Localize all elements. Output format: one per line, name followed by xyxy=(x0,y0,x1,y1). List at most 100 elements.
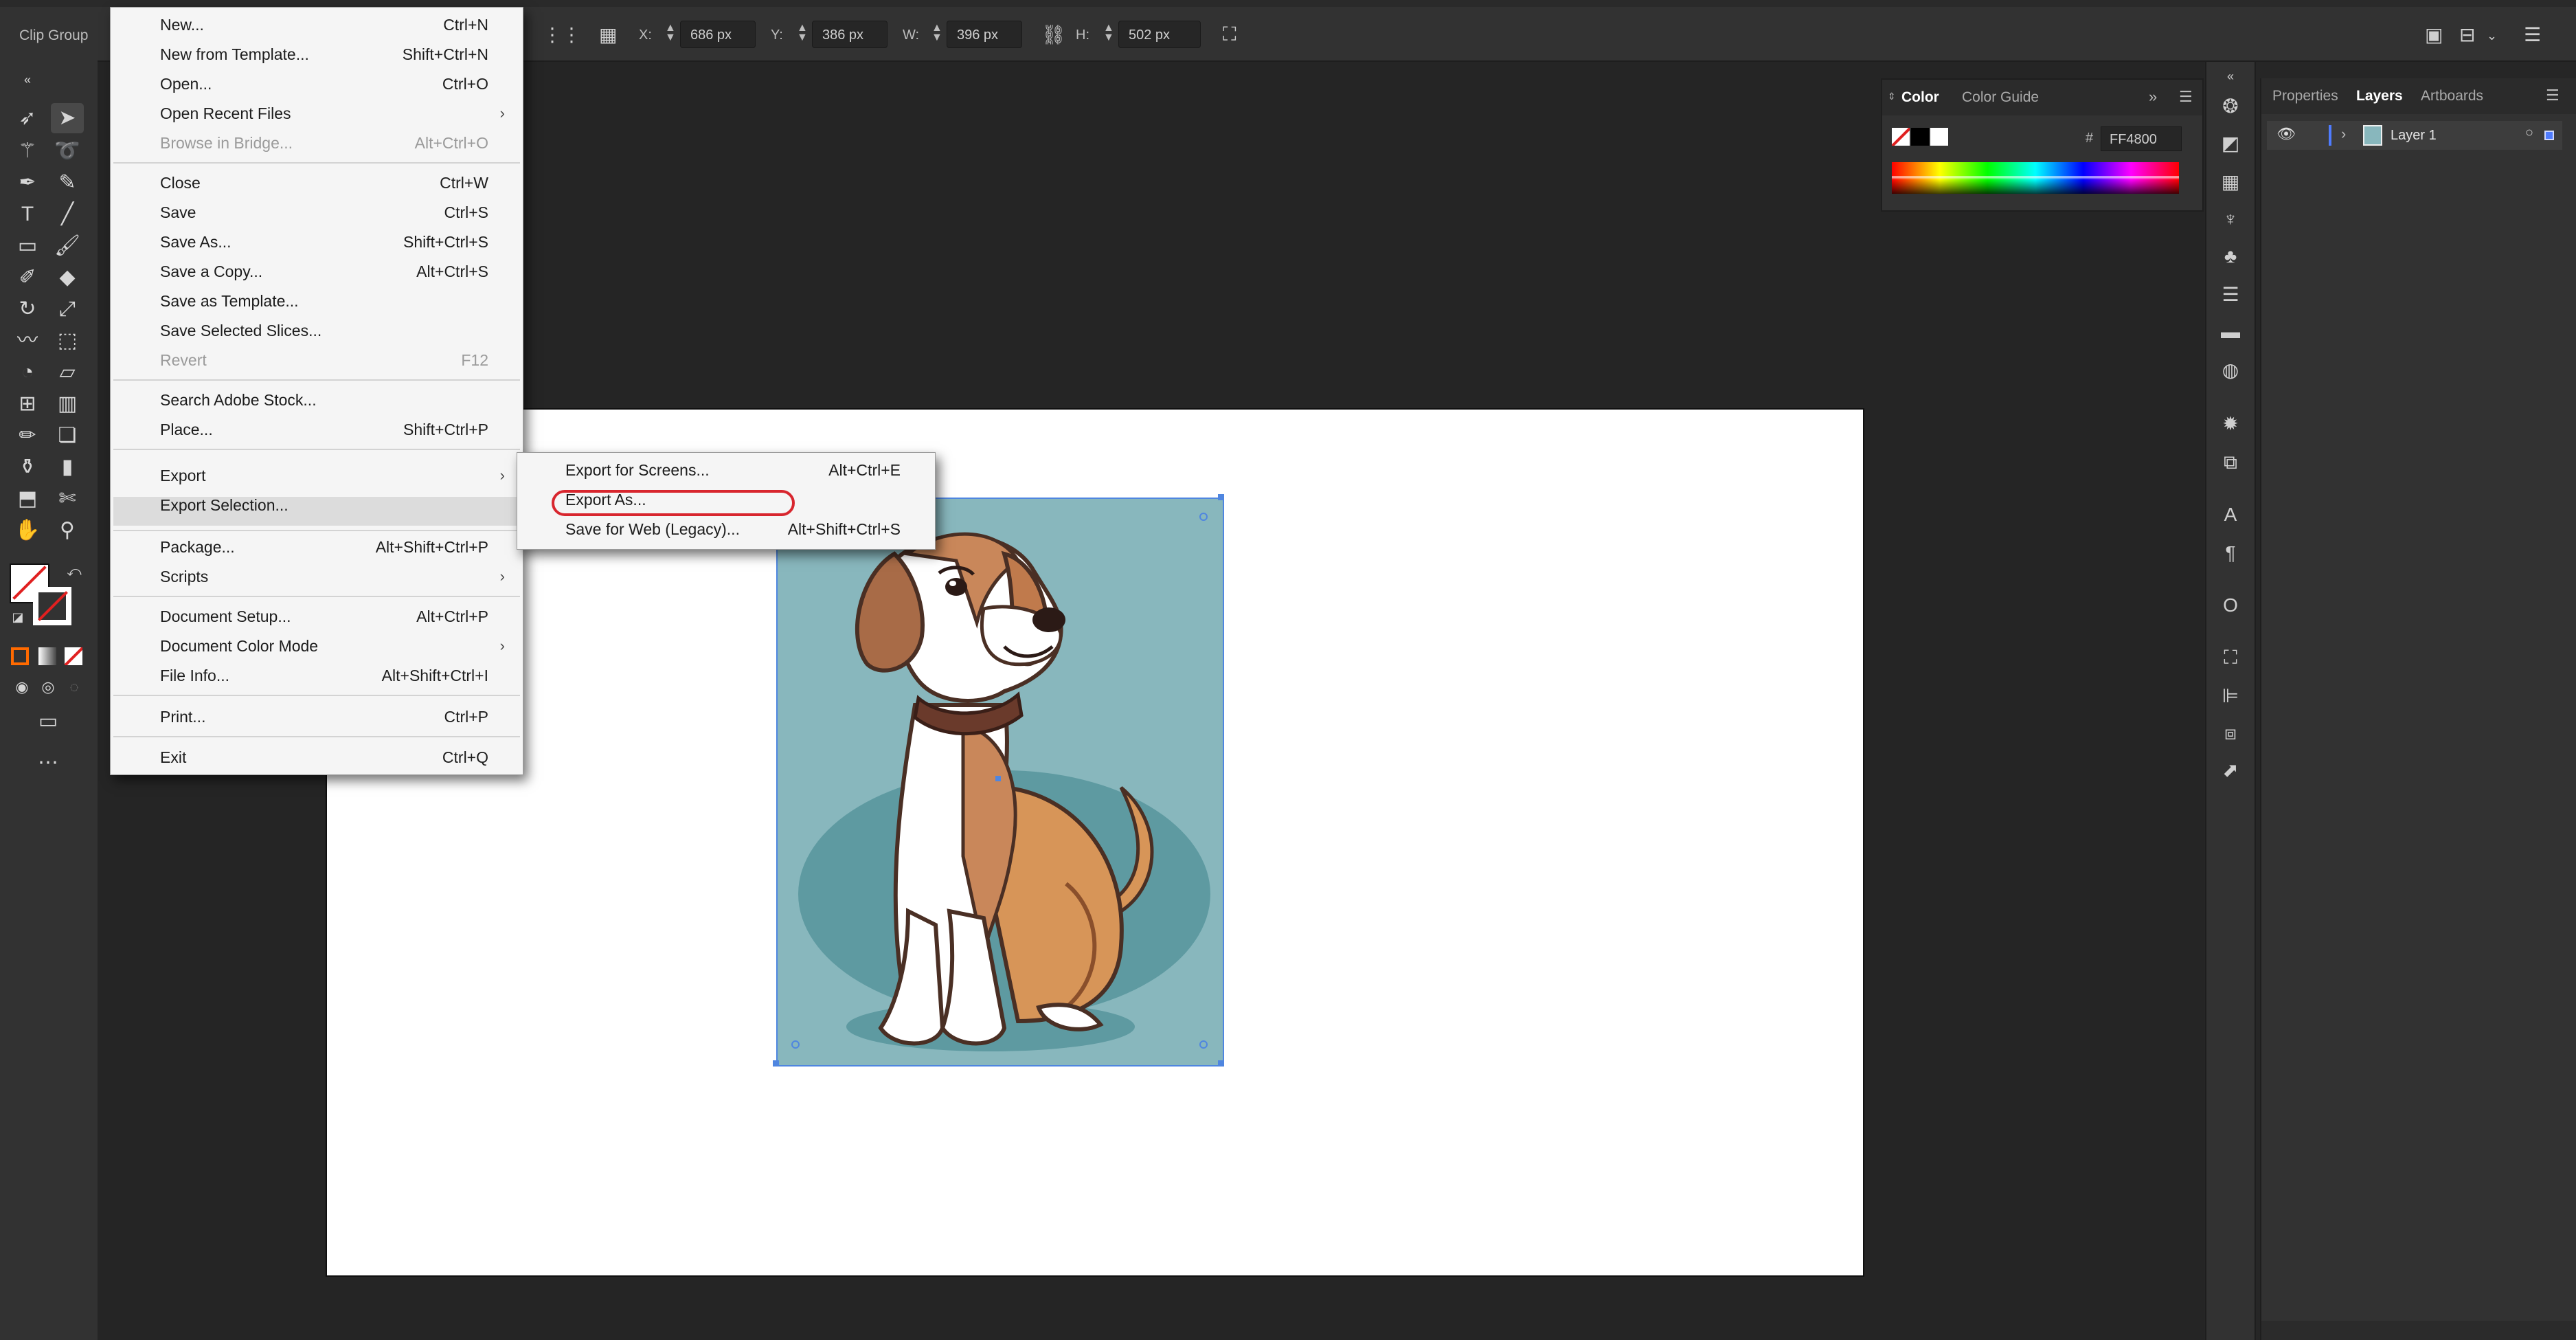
menu-item-place[interactable]: Place... xyxy=(160,421,213,439)
appearance-icon[interactable]: ❂ xyxy=(2216,92,2245,121)
lasso-icon[interactable]: ➰ xyxy=(51,136,84,166)
constrain-proportions-icon[interactable]: ⛓ xyxy=(1041,23,1066,46)
live-corner-widget-bl[interactable] xyxy=(791,1040,800,1049)
paragraph-icon[interactable]: ¶ xyxy=(2216,539,2245,568)
white-swatch[interactable] xyxy=(1930,128,1948,146)
color-guide-icon[interactable]: ◩ xyxy=(2216,129,2245,158)
y-input[interactable]: 386 px xyxy=(812,21,888,48)
panel-menu-icon[interactable]: ☰ xyxy=(2179,88,2193,106)
color-mode-button[interactable] xyxy=(11,647,29,665)
links-icon[interactable]: ⬈ xyxy=(2216,756,2245,785)
paintbrush-icon[interactable]: 🖌 xyxy=(51,231,84,261)
stroke-swatch[interactable] xyxy=(33,587,71,625)
black-swatch[interactable] xyxy=(1911,128,1929,146)
gradient-mode-button[interactable] xyxy=(38,647,56,665)
perspective-icon[interactable]: ⏥ xyxy=(51,357,84,388)
swap-fill-stroke-icon[interactable]: ⤺ xyxy=(58,557,91,587)
selection-handle-tr[interactable] xyxy=(1218,494,1224,500)
chevron-right-icon[interactable]: › xyxy=(2341,125,2346,143)
panel-menu-icon[interactable]: ☰ xyxy=(2546,87,2560,104)
menu-item-open[interactable]: Open... xyxy=(160,75,212,93)
selection-indicator[interactable] xyxy=(2544,131,2554,140)
reference-point-icon[interactable]: ▦ xyxy=(599,23,617,46)
screen-mode-icon[interactable]: ▭ xyxy=(32,706,65,737)
menu-item-save-a-copy[interactable]: Save a Copy... xyxy=(160,263,262,281)
character-icon[interactable]: A xyxy=(2216,500,2245,529)
gradient-panel-icon[interactable]: ▬ xyxy=(2216,317,2245,346)
symbol-sprayer-icon[interactable]: ⚱ xyxy=(11,452,44,482)
y-spinner-icon[interactable]: ▲ ▼ xyxy=(797,23,808,43)
tab-properties[interactable]: Properties xyxy=(2272,88,2338,104)
default-fill-stroke-icon[interactable]: ◪ xyxy=(1,602,34,632)
w-spinner-icon[interactable]: ▲ ▼ xyxy=(931,23,942,43)
rectangle-icon[interactable]: ▭ xyxy=(11,231,44,261)
scale-icon[interactable]: ⤢ xyxy=(51,294,84,324)
symbols-icon[interactable]: ♣ xyxy=(2216,242,2245,271)
workspace-switcher-icon[interactable]: ⊟ xyxy=(2459,23,2475,46)
pathfinder-icon[interactable]: ⧈ xyxy=(2216,719,2245,748)
graphic-styles-icon[interactable]: ✹ xyxy=(2216,410,2245,438)
menu-item-print[interactable]: Print... xyxy=(160,708,205,726)
menu-item-export-as[interactable]: Export As... xyxy=(565,491,646,509)
transform-icon[interactable]: ⛶ xyxy=(1223,23,1236,46)
eyedropper-icon[interactable]: ✏ xyxy=(11,421,44,451)
arrange-documents-icon[interactable]: ▣ xyxy=(2425,23,2443,46)
none-swatch[interactable] xyxy=(1892,128,1910,146)
layer-name[interactable]: Layer 1 xyxy=(2391,128,2437,144)
pen-icon[interactable]: ✒ xyxy=(11,168,44,198)
tab-layers[interactable]: Layers xyxy=(2356,88,2403,104)
menu-item-export[interactable]: Export xyxy=(160,467,205,485)
h-input[interactable]: 502 px xyxy=(1118,21,1201,48)
menu-item-scripts[interactable]: Scripts xyxy=(160,568,208,586)
layer-row[interactable]: 👁 › Layer 1 ○ xyxy=(2267,121,2562,150)
hand-icon[interactable]: ✋ xyxy=(11,515,44,546)
menu-item-document-color-mode[interactable]: Document Color Mode xyxy=(160,637,318,656)
collapse-icon[interactable]: ⇕ xyxy=(1888,91,1896,102)
tab-color[interactable]: Color xyxy=(1901,89,1939,106)
live-corner-widget-tr[interactable] xyxy=(1199,513,1208,521)
align-icon[interactable]: ⊫ xyxy=(2216,682,2245,711)
x-input[interactable]: 686 px xyxy=(680,21,756,48)
collapse-toolbar-icon[interactable]: « xyxy=(11,65,44,95)
menu-item-new[interactable]: New... xyxy=(160,16,204,34)
asset-export-icon[interactable]: ⧉ xyxy=(2216,448,2245,477)
gradient-icon[interactable]: ▥ xyxy=(51,389,84,419)
chevron-down-icon[interactable]: ⌄ xyxy=(2487,29,2497,43)
transparency-icon[interactable]: ◍ xyxy=(2216,356,2245,385)
type-icon[interactable]: T xyxy=(11,199,44,230)
menu-item-file-info[interactable]: File Info... xyxy=(160,667,229,685)
menu-item-exit[interactable]: Exit xyxy=(160,748,186,767)
brushes-icon[interactable]: ♆ xyxy=(2216,205,2245,234)
h-spinner-icon[interactable]: ▲ ▼ xyxy=(1103,23,1114,43)
expand-panel-icon[interactable]: » xyxy=(2149,88,2157,106)
line-icon[interactable]: ╱ xyxy=(51,199,84,230)
hex-color-input[interactable]: FF4800 xyxy=(2101,126,2182,151)
eraser-icon[interactable]: ◆ xyxy=(51,263,84,293)
live-corner-widget-br[interactable] xyxy=(1199,1040,1208,1049)
free-transform-icon[interactable]: ⬚ xyxy=(51,326,84,356)
menu-item-export-for-screens[interactable]: Export for Screens... xyxy=(565,461,710,480)
menu-item-close[interactable]: Close xyxy=(160,174,201,192)
menu-item-search-adobe-stock[interactable]: Search Adobe Stock... xyxy=(160,391,317,410)
tab-color-guide[interactable]: Color Guide xyxy=(1962,89,2039,106)
swatches-icon[interactable]: ▦ xyxy=(2216,168,2245,197)
menu-item-document-setup[interactable]: Document Setup... xyxy=(160,607,291,626)
magic-wand-icon[interactable]: ⚚ xyxy=(11,136,44,166)
warp-icon[interactable]: 〰 xyxy=(11,326,44,356)
shape-builder-icon[interactable]: ◔ xyxy=(11,357,44,388)
selection-handle-bl[interactable] xyxy=(773,1060,779,1067)
menu-item-new-from-template[interactable]: New from Template... xyxy=(160,45,309,64)
stroke-icon[interactable]: ☰ xyxy=(2216,280,2245,309)
menu-item-save-as[interactable]: Save As... xyxy=(160,233,231,252)
slice-icon[interactable]: ✄ xyxy=(51,484,84,514)
menu-item-save-as-template[interactable]: Save as Template... xyxy=(160,292,299,311)
menu-item-save-for-web[interactable]: Save for Web (Legacy)... xyxy=(565,520,740,539)
rotate-icon[interactable]: ↻ xyxy=(11,294,44,324)
opentype-icon[interactable]: O xyxy=(2216,591,2245,620)
menu-item-package[interactable]: Package... xyxy=(160,538,235,557)
w-input[interactable]: 396 px xyxy=(947,21,1022,48)
target-icon[interactable]: ○ xyxy=(2525,125,2533,141)
graph-icon[interactable]: ▮ xyxy=(51,452,84,482)
menu-item-open-recent-files[interactable]: Open Recent Files xyxy=(160,104,291,123)
zoom-icon[interactable]: ⚲ xyxy=(51,515,84,546)
